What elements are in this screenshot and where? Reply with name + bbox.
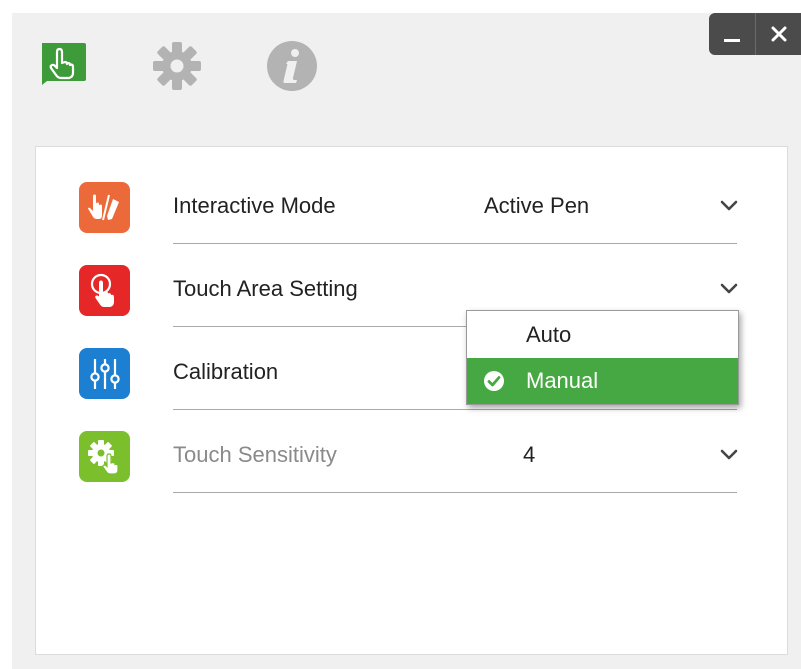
close-icon: [771, 26, 786, 42]
dropdown-option-auto[interactable]: Auto: [467, 312, 738, 358]
divider: [173, 409, 737, 410]
interactive-mode-value[interactable]: Active Pen: [484, 193, 589, 219]
chevron-down-icon[interactable]: [720, 283, 738, 295]
pen-touch-icon: [87, 194, 119, 220]
dropdown-option-label: Auto: [526, 322, 572, 347]
touch-sensitivity-label: Touch Sensitivity: [173, 442, 337, 467]
dropdown-option-manual[interactable]: Manual: [467, 358, 738, 404]
touch-hand-icon: [42, 43, 86, 85]
info-icon: [267, 41, 317, 91]
row-icon-touch-area: [79, 265, 130, 316]
row-icon-touch-sensitivity: [79, 431, 130, 482]
interactive-mode-label: Interactive Mode: [173, 193, 336, 218]
check-circle-icon: [484, 371, 504, 391]
chevron-down-icon[interactable]: [720, 200, 738, 212]
touch-area-dropdown: Auto Manual: [466, 310, 739, 405]
row-icon-calibration: [79, 348, 130, 399]
dropdown-option-label: Manual: [526, 368, 599, 393]
touch-area-setting-label: Touch Area Setting: [173, 276, 358, 301]
calibration-label: Calibration: [173, 359, 279, 384]
gear-icon: [153, 42, 201, 90]
gear-hand-icon: [87, 439, 119, 475]
tab-touch[interactable]: [37, 40, 87, 86]
window-controls: [709, 13, 801, 55]
row-icon-interactive-mode: [79, 182, 130, 233]
sliders-icon: [89, 358, 120, 389]
close-button[interactable]: [755, 13, 801, 55]
divider: [173, 243, 737, 244]
minimize-icon: [724, 38, 740, 42]
touch-sensitivity-value[interactable]: 4: [523, 442, 535, 468]
tab-settings[interactable]: [151, 40, 203, 92]
tab-info[interactable]: [266, 40, 318, 92]
chevron-down-icon[interactable]: [720, 449, 738, 461]
divider: [173, 492, 737, 493]
touch-area-icon: [90, 273, 114, 307]
minimize-button[interactable]: [709, 13, 755, 55]
